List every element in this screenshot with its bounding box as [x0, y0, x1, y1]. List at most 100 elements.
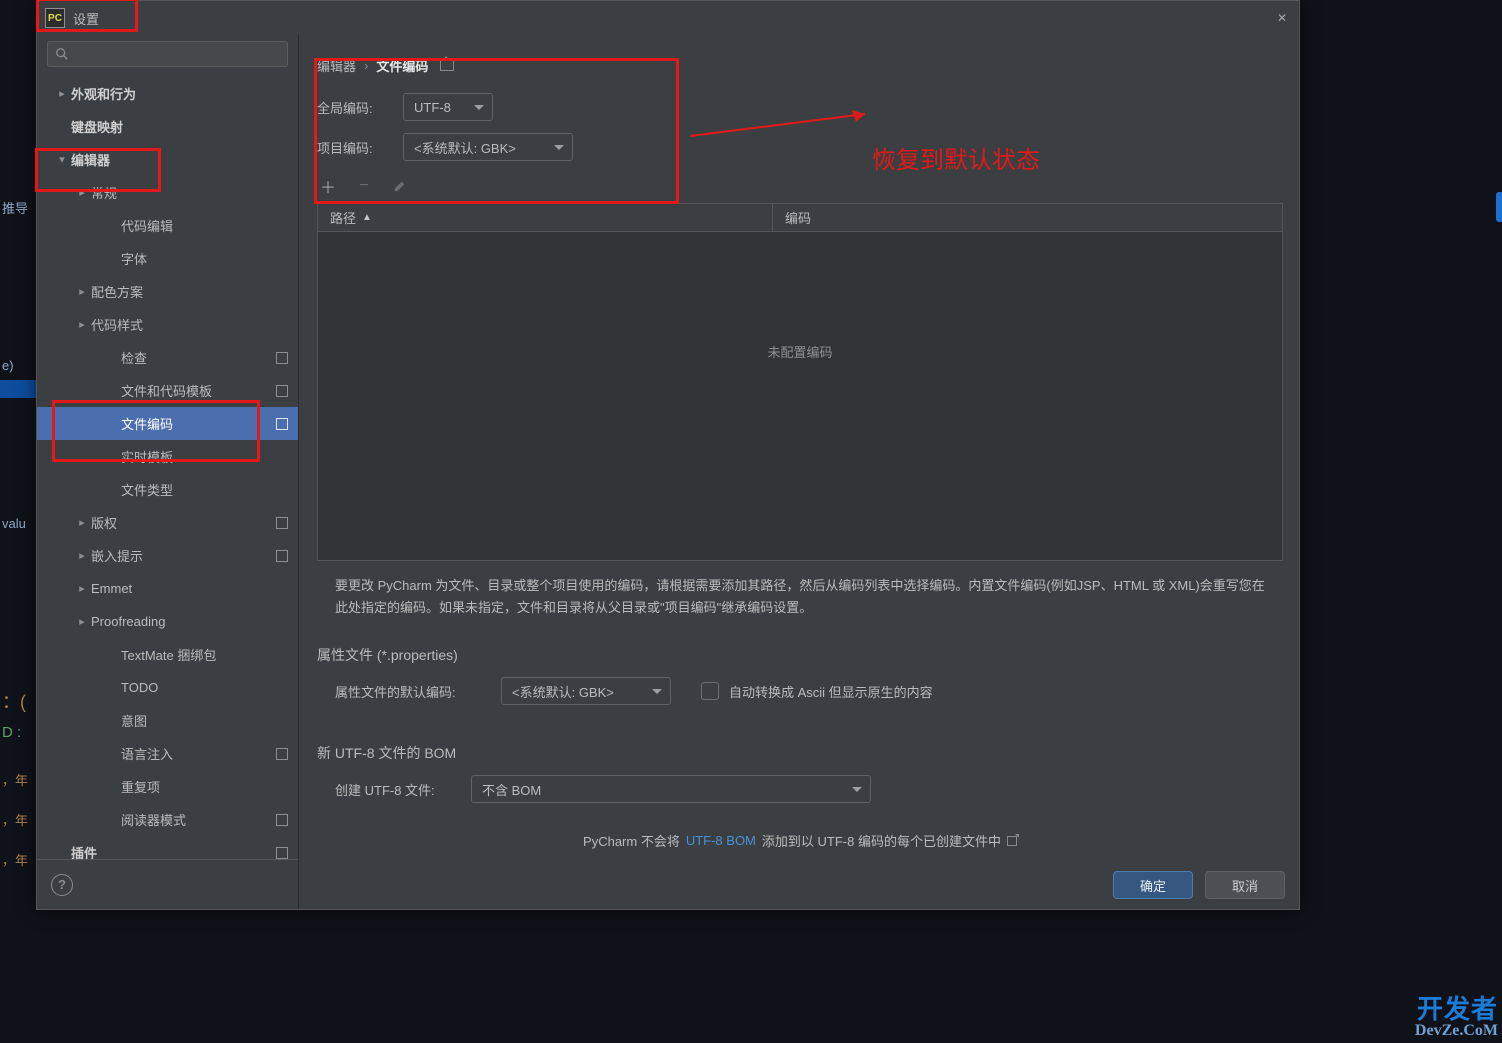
- project-scope-icon: [276, 418, 288, 430]
- tree-item-label: Proofreading: [91, 614, 288, 629]
- tree-item-general[interactable]: ▸常规: [37, 176, 298, 209]
- project-scope-icon: [276, 352, 288, 364]
- chevron-right-icon: ▸: [73, 186, 91, 199]
- tree-item-keymap[interactable]: 键盘映射: [37, 110, 298, 143]
- tree-item-file-tpl[interactable]: 文件和代码模板: [37, 374, 298, 407]
- pycharm-logo-icon: PC: [45, 8, 65, 28]
- chevron-right-icon: ▸: [73, 318, 91, 331]
- tree-item-label: Emmet: [91, 581, 288, 596]
- breadcrumb-current: 文件编码: [376, 56, 428, 75]
- column-encoding[interactable]: 编码: [773, 204, 1282, 231]
- chevron-down-icon: [652, 689, 662, 694]
- tree-item-label: 字体: [121, 249, 288, 268]
- properties-section-title: 属性文件 (*.properties): [317, 645, 1283, 665]
- titlebar: PC 设置 ✕: [37, 1, 1299, 35]
- search-input[interactable]: [47, 41, 288, 67]
- tree-item-code-edit[interactable]: 代码编辑: [37, 209, 298, 242]
- column-path[interactable]: 路径▲: [318, 204, 773, 231]
- empty-table-text: 未配置编码: [767, 342, 832, 361]
- remove-icon: −: [353, 175, 375, 197]
- tree-item-label: 意图: [121, 711, 288, 730]
- settings-content: 编辑器 › 文件编码 全局编码: UTF-8 项目编码: <系统默认: GBK>: [299, 35, 1299, 909]
- tree-item-label: 文件和代码模板: [121, 381, 276, 400]
- tree-item-textmate[interactable]: TextMate 捆绑包: [37, 638, 298, 671]
- tree-item-color-scheme[interactable]: ▸配色方案: [37, 275, 298, 308]
- settings-dialog: PC 设置 ✕ ▸外观和行为键盘映射▾编辑器▸常规代码编辑字体▸配色方案▸代码样…: [36, 0, 1300, 910]
- sidebar-footer: ?: [37, 859, 298, 909]
- close-icon[interactable]: ✕: [1271, 7, 1293, 29]
- tree-item-todo[interactable]: TODO: [37, 671, 298, 704]
- tree-item-code-style[interactable]: ▸代码样式: [37, 308, 298, 341]
- tree-item-appearance[interactable]: ▸外观和行为: [37, 77, 298, 110]
- tree-item-label: 外观和行为: [71, 84, 288, 103]
- bom-hint: PyCharm 不会将 UTF-8 BOM 添加到以 UTF-8 编码的每个已创…: [317, 831, 1283, 850]
- paths-table-header: 路径▲ 编码: [317, 203, 1283, 231]
- tree-item-editor[interactable]: ▾编辑器: [37, 143, 298, 176]
- project-encoding-combo[interactable]: <系统默认: GBK>: [403, 133, 573, 161]
- props-default-combo[interactable]: <系统默认: GBK>: [501, 677, 671, 705]
- ascii-checkbox[interactable]: [701, 682, 719, 700]
- props-default-label: 属性文件的默认编码:: [335, 682, 485, 701]
- tree-item-label: 文件类型: [121, 480, 288, 499]
- chevron-down-icon: [852, 787, 862, 792]
- tree-item-emmet[interactable]: ▸Emmet: [37, 572, 298, 605]
- project-scope-icon: [276, 517, 288, 529]
- chevron-right-icon: ▸: [73, 615, 91, 628]
- cancel-button[interactable]: 取消: [1205, 871, 1285, 899]
- window-title: 设置: [73, 9, 99, 28]
- utf8-bom-link[interactable]: UTF-8 BOM: [686, 833, 756, 848]
- breadcrumb: 编辑器 › 文件编码: [317, 53, 1283, 77]
- tree-item-label: 代码样式: [91, 315, 288, 334]
- add-icon[interactable]: ＋: [317, 175, 339, 197]
- tree-item-label: 阅读器模式: [121, 810, 276, 829]
- bom-create-combo[interactable]: 不含 BOM: [471, 775, 871, 803]
- tree-item-file-enc[interactable]: 文件编码: [37, 407, 298, 440]
- tree-item-proof[interactable]: ▸Proofreading: [37, 605, 298, 638]
- project-scope-icon: [276, 748, 288, 760]
- global-encoding-combo[interactable]: UTF-8: [403, 93, 493, 121]
- project-encoding-label: 项目编码:: [317, 138, 387, 157]
- project-scope-icon: [276, 385, 288, 397]
- tree-item-inlay[interactable]: ▸嵌入提示: [37, 539, 298, 572]
- right-gutter-indicator: [1496, 192, 1502, 222]
- project-scope-icon: [276, 550, 288, 562]
- chevron-right-icon: ▸: [73, 582, 91, 595]
- tree-item-reader[interactable]: 阅读器模式: [37, 803, 298, 836]
- paths-toolbar: ＋ −: [317, 175, 1283, 197]
- tree-item-file-types[interactable]: 文件类型: [37, 473, 298, 506]
- tree-item-font[interactable]: 字体: [37, 242, 298, 275]
- tree-item-intentions[interactable]: 意图: [37, 704, 298, 737]
- tree-item-label: 键盘映射: [71, 117, 288, 136]
- ascii-checkbox-label: 自动转换成 Ascii 但显示原生的内容: [729, 682, 933, 701]
- chevron-right-icon: ▸: [73, 549, 91, 562]
- ok-button[interactable]: 确定: [1113, 871, 1193, 899]
- tree-item-label: 文件编码: [121, 414, 276, 433]
- settings-tree[interactable]: ▸外观和行为键盘映射▾编辑器▸常规代码编辑字体▸配色方案▸代码样式检查文件和代码…: [37, 77, 298, 909]
- breadcrumb-parent[interactable]: 编辑器: [317, 56, 356, 75]
- encoding-help-text: 要更改 PyCharm 为文件、目录或整个项目使用的编码，请根据需要添加其路径，…: [335, 575, 1265, 619]
- reset-icon[interactable]: [440, 59, 454, 71]
- tree-item-label: TextMate 捆绑包: [121, 645, 288, 664]
- project-scope-icon: [276, 847, 288, 859]
- tree-item-inspections[interactable]: 检查: [37, 341, 298, 374]
- breadcrumb-separator: ›: [364, 58, 368, 73]
- chevron-right-icon: ▸: [73, 516, 91, 529]
- chevron-right-icon: ▸: [73, 285, 91, 298]
- chevron-right-icon: ▸: [53, 87, 71, 100]
- tree-item-live-tpl[interactable]: 实时模板: [37, 440, 298, 473]
- tree-item-label: 检查: [121, 348, 276, 367]
- tree-item-label: 嵌入提示: [91, 546, 276, 565]
- tree-item-label: 代码编辑: [121, 216, 288, 235]
- tree-item-lang-inj[interactable]: 语言注入: [37, 737, 298, 770]
- tree-item-duplicates[interactable]: 重复项: [37, 770, 298, 803]
- tree-item-label: 重复项: [121, 777, 288, 796]
- settings-sidebar: ▸外观和行为键盘映射▾编辑器▸常规代码编辑字体▸配色方案▸代码样式检查文件和代码…: [37, 35, 299, 909]
- bom-create-label: 创建 UTF-8 文件:: [335, 780, 455, 799]
- tree-item-label: 实时模板: [121, 447, 288, 466]
- bom-section-title: 新 UTF-8 文件的 BOM: [317, 743, 1283, 763]
- tree-item-copyright[interactable]: ▸版权: [37, 506, 298, 539]
- external-link-icon: [1007, 836, 1017, 846]
- help-icon[interactable]: ?: [51, 874, 73, 896]
- chevron-down-icon: [554, 145, 564, 150]
- tree-item-label: 常规: [91, 183, 288, 202]
